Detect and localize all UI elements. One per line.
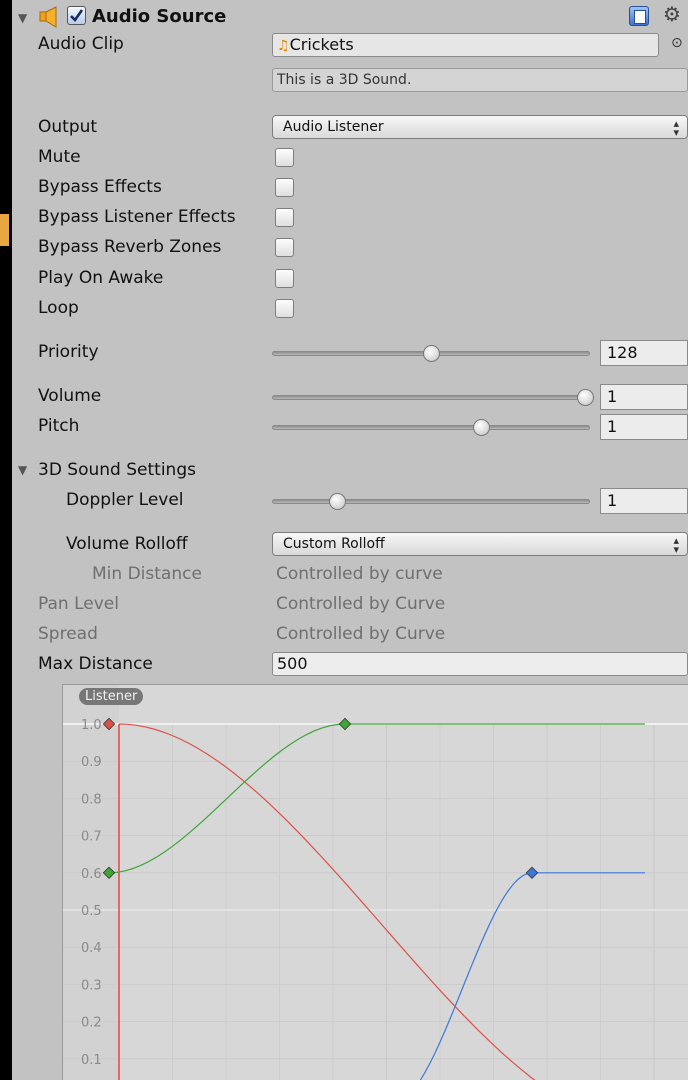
min-distance-label: Min Distance [92, 564, 202, 584]
spread-value: Controlled by Curve [276, 624, 446, 644]
pan-level-value: Controlled by Curve [276, 594, 446, 614]
pitch-slider-track[interactable] [272, 425, 590, 430]
blue-curve-key [525, 866, 539, 880]
mute-checkbox[interactable] [275, 148, 294, 167]
volume-rolloff-value: Custom Rolloff [283, 536, 385, 552]
y-tick-label: 0.8 [81, 792, 102, 807]
priority-slider-thumb[interactable] [423, 345, 440, 362]
priority-label: Priority [38, 342, 99, 362]
pitch-label: Pitch [38, 416, 80, 436]
component-title: Audio Source [92, 6, 227, 27]
checkmark-icon [70, 9, 84, 23]
y-tick-label: 0.9 [81, 755, 102, 770]
bypass-listener-effects-checkbox[interactable] [275, 208, 294, 227]
y-tick-label: 0.7 [81, 830, 102, 845]
volume-label: Volume [38, 386, 102, 406]
listener-badge-text: Listener [85, 689, 138, 704]
dropdown-arrows-icon: ▴ ▾ [673, 117, 679, 139]
3d-sound-settings-header[interactable]: 3D Sound Settings [38, 460, 196, 480]
y-tick-label: 1.0 [81, 718, 102, 733]
doppler-value: 1 [607, 491, 618, 510]
volume-slider-thumb[interactable] [577, 389, 594, 406]
pitch-value: 1 [607, 417, 618, 436]
audio-clip-value: Crickets [289, 35, 354, 54]
priority-value-field[interactable]: 128 [600, 340, 688, 366]
pan-level-curve [419, 872, 645, 1080]
play-on-awake-label: Play On Awake [38, 268, 164, 288]
rolloff-curve-editor[interactable]: 1.0 0.9 0.8 0.7 0.6 0.5 0.4 0.3 0.2 0.1 Listener [62, 684, 688, 1080]
loop-label: Loop [38, 298, 79, 318]
3d-settings-foldout-icon[interactable]: ▼ [18, 463, 27, 477]
volume-rolloff-dropdown[interactable]: Custom Rolloff ▴ ▾ [272, 532, 688, 556]
green-curve-key-end [338, 717, 352, 731]
max-distance-label: Max Distance [38, 654, 153, 674]
max-distance-value: 500 [277, 654, 308, 673]
foldout-arrow-icon[interactable]: ▼ [18, 11, 27, 25]
gear-icon[interactable]: ⚙ [663, 2, 681, 26]
audio-file-icon: ♫ [277, 38, 290, 54]
listener-badge: Listener [79, 688, 144, 705]
pitch-value-field[interactable]: 1 [600, 414, 688, 440]
doppler-value-field[interactable]: 1 [600, 488, 688, 514]
max-distance-field[interactable]: 500 [272, 652, 688, 676]
help-book-icon[interactable] [629, 6, 649, 26]
y-tick-label: 0.6 [81, 867, 102, 882]
output-dropdown[interactable]: Audio Listener ▴ ▾ [272, 115, 688, 139]
doppler-slider-thumb[interactable] [329, 493, 347, 510]
loop-checkbox[interactable] [275, 299, 294, 318]
rolloff-curve-chart[interactable]: 1.0 0.9 0.8 0.7 0.6 0.5 0.4 0.3 0.2 0.1 [63, 685, 688, 1080]
selection-accent [0, 214, 9, 246]
y-tick-label: 0.1 [81, 1053, 102, 1068]
priority-value: 128 [607, 343, 638, 362]
output-label: Output [38, 117, 98, 137]
volume-slider-track[interactable] [272, 395, 590, 400]
mute-label: Mute [38, 147, 81, 167]
volume-value: 1 [607, 387, 618, 406]
doppler-slider-track[interactable] [272, 499, 590, 504]
y-tick-label: 0.4 [81, 941, 102, 956]
audio-source-inspector: ▼ Audio Source ⚙ Audio Clip ♫Crickets ⊙ … [12, 0, 688, 1080]
min-distance-value: Controlled by curve [276, 564, 443, 584]
speaker-icon [39, 6, 57, 28]
pan-level-label: Pan Level [38, 594, 119, 614]
spread-label: Spread [38, 624, 98, 644]
audio-clip-field[interactable]: ♫Crickets [272, 33, 659, 57]
play-on-awake-checkbox[interactable] [275, 269, 294, 288]
y-tick-label: 0.2 [81, 1016, 102, 1031]
enable-checkbox[interactable] [67, 6, 86, 25]
bypass-reverb-zones-checkbox[interactable] [275, 238, 294, 257]
bypass-effects-checkbox[interactable] [275, 178, 294, 197]
volume-rolloff-curve [118, 723, 536, 1080]
object-picker-icon[interactable]: ⊙ [671, 35, 683, 51]
bypass-effects-label: Bypass Effects [38, 177, 162, 197]
y-tick-label: 0.3 [81, 978, 102, 993]
y-tick-label: 0.5 [81, 904, 102, 919]
output-value: Audio Listener [283, 119, 384, 135]
bypass-listener-effects-label: Bypass Listener Effects [38, 207, 236, 227]
audio-clip-label: Audio Clip [38, 34, 124, 54]
dropdown-arrows-icon: ▴ ▾ [673, 534, 679, 556]
pitch-slider-thumb[interactable] [472, 419, 490, 436]
volume-value-field[interactable]: 1 [600, 384, 688, 410]
doppler-level-label: Doppler Level [66, 490, 184, 510]
clip-info-box: This is a 3D Sound. [272, 68, 688, 92]
clip-info-text: This is a 3D Sound. [277, 72, 412, 88]
volume-rolloff-label: Volume Rolloff [66, 534, 188, 554]
bypass-reverb-zones-label: Bypass Reverb Zones [38, 237, 222, 257]
